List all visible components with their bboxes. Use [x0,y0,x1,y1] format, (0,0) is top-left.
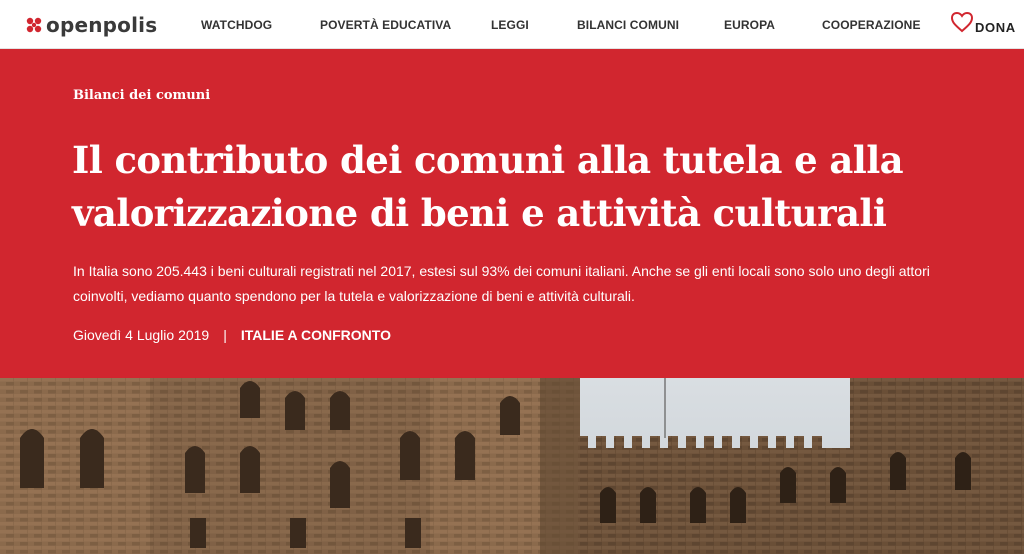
nav-item-watchdog[interactable]: WATCHDOG [201,18,272,32]
meta-separator: | [223,327,227,343]
article-date: Giovedì 4 Luglio 2019 [73,327,210,343]
brand-name: openpolis [46,13,158,37]
nav-item-leggi[interactable]: LEGGI [491,18,529,32]
openpolis-logo-icon [26,17,42,33]
nav-item-europa[interactable]: EUROPA [724,18,775,32]
section-link[interactable]: Bilanci dei comuni [73,88,210,103]
donate-button[interactable]: DONA [950,11,1016,40]
article-meta: Giovedì 4 Luglio 2019 | ITALIE A CONFRON… [73,327,391,343]
article-title: Il contributo dei comuni alla tutela e a… [72,134,992,240]
article-title-line-2: valorizzazione di beni e attività cultur… [72,191,887,235]
hero-image [0,378,1024,554]
category-link[interactable]: ITALIE A CONFRONTO [241,327,391,343]
top-navigation: openpolis WATCHDOG POVERTÀ EDUCATIVA LEG… [0,0,1024,49]
nav-item-poverta-educativa[interactable]: POVERTÀ EDUCATIVA [320,18,451,32]
donate-label: DONA [975,19,1016,35]
openpolis-logo[interactable]: openpolis [26,12,157,38]
nav-item-bilanci-comuni[interactable]: BILANCI COMUNI [577,18,679,32]
heart-icon [950,11,974,40]
article-summary: In Italia sono 205.443 i beni culturali … [73,263,930,304]
nav-item-cooperazione[interactable]: COOPERAZIONE [822,18,921,32]
article-title-line-1: Il contributo dei comuni alla tutela e a… [72,138,904,182]
article-hero: Bilanci dei comuni Il contributo dei com… [0,49,1024,378]
